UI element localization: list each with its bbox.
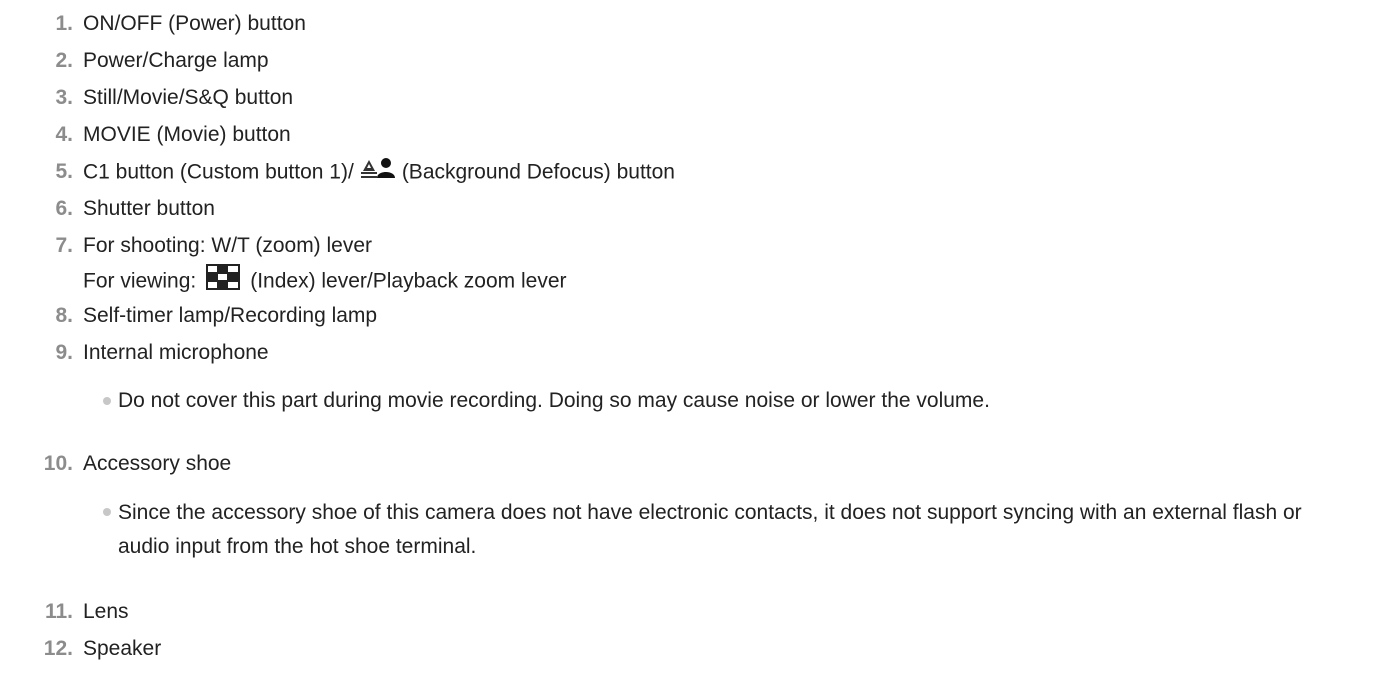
note-text: Since the accessory shoe of this camera … bbox=[118, 501, 1302, 558]
list-item: 10. Accessory shoe bbox=[0, 448, 1384, 480]
list-item: 1. ON/OFF (Power) button bbox=[0, 8, 1384, 40]
index-icon bbox=[206, 264, 241, 300]
list-item: 9. Internal microphone bbox=[0, 337, 1384, 369]
list-item: 5. C1 button (Custom button 1)/ (Backgro… bbox=[0, 156, 1384, 188]
item-number: 10. bbox=[43, 452, 73, 475]
item-label: Lens bbox=[83, 600, 129, 623]
list-item: 7. For shooting: W/T (zoom) lever bbox=[0, 230, 1384, 262]
list-item: 3. Still/Movie/S&Q button bbox=[0, 82, 1384, 114]
item-number: 7. bbox=[55, 234, 73, 257]
bullet-dot-icon bbox=[103, 397, 111, 405]
background-defocus-icon bbox=[360, 156, 396, 190]
bullet-dot-icon bbox=[103, 508, 111, 516]
item-label: C1 button (Custom button 1)/ (Background… bbox=[83, 156, 675, 190]
item-label: For viewing: (Index) lever/Playback zoom… bbox=[83, 264, 567, 300]
item-number: 11. bbox=[44, 600, 73, 623]
item-number: 5. bbox=[55, 160, 73, 183]
item-label-part: (Index) lever/Playback zoom lever bbox=[250, 269, 567, 293]
item-label-part: (Background Defocus) button bbox=[401, 160, 675, 184]
list-item-continuation: For viewing: (Index) lever/Playback zoom… bbox=[0, 264, 1384, 296]
list-item: 4. MOVIE (Movie) button bbox=[0, 119, 1384, 151]
item-number: 6. bbox=[55, 197, 73, 220]
note-text: Do not cover this part during movie reco… bbox=[118, 389, 990, 412]
item-label: Power/Charge lamp bbox=[83, 49, 269, 72]
item-label: Still/Movie/S&Q button bbox=[83, 86, 294, 109]
item-label: Speaker bbox=[83, 637, 162, 660]
item-number: 9. bbox=[55, 341, 73, 364]
item-label: MOVIE (Movie) button bbox=[83, 123, 291, 146]
item-number: 1. bbox=[55, 12, 73, 35]
list-item: 6. Shutter button bbox=[0, 193, 1384, 225]
note: Do not cover this part during movie reco… bbox=[0, 385, 1384, 417]
item-label: For shooting: W/T (zoom) lever bbox=[83, 234, 373, 257]
item-label: Shutter button bbox=[83, 197, 215, 220]
list-item: 8. Self-timer lamp/Recording lamp bbox=[0, 300, 1384, 332]
item-label-part: For viewing: bbox=[83, 269, 197, 293]
item-number: 12. bbox=[43, 637, 73, 660]
item-label: ON/OFF (Power) button bbox=[83, 12, 306, 35]
item-number: 2. bbox=[55, 49, 73, 72]
list-item: 12. Speaker bbox=[0, 633, 1384, 665]
item-number: 8. bbox=[55, 304, 73, 327]
item-label: Self-timer lamp/Recording lamp bbox=[83, 304, 378, 327]
item-label-part: C1 button (Custom button 1)/ bbox=[83, 160, 354, 184]
list-item: 11. Lens bbox=[0, 596, 1384, 628]
item-label: Internal microphone bbox=[83, 341, 269, 364]
item-number: 4. bbox=[55, 123, 73, 146]
note: Since the accessory shoe of this camera … bbox=[0, 496, 1384, 562]
item-number: 3. bbox=[55, 86, 73, 109]
item-label: Accessory shoe bbox=[83, 452, 232, 475]
list-item: 2. Power/Charge lamp bbox=[0, 45, 1384, 77]
